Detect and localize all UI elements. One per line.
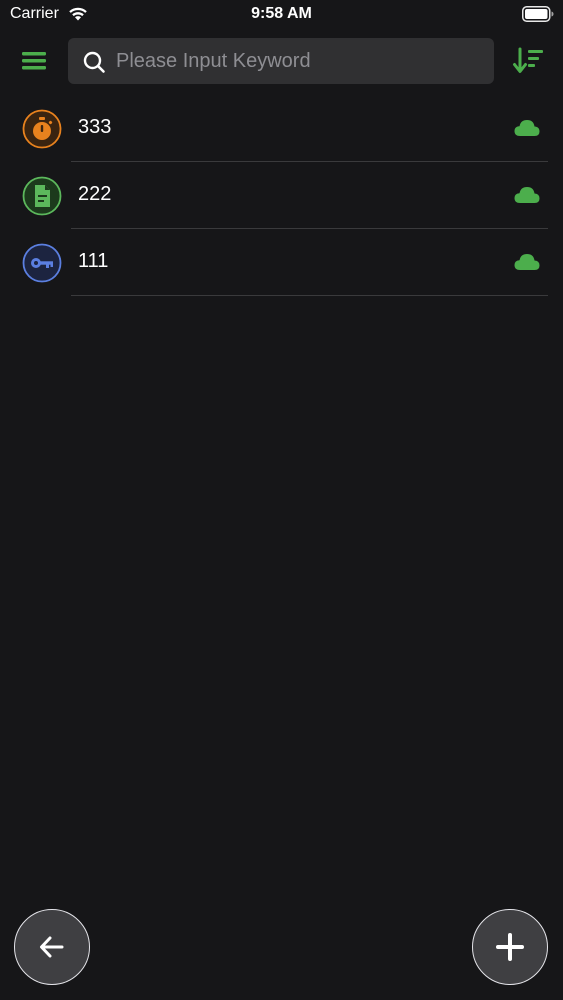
cloud-icon[interactable] bbox=[513, 117, 541, 139]
add-button[interactable] bbox=[472, 909, 548, 985]
toolbar bbox=[0, 36, 563, 86]
item-label: 222 bbox=[78, 183, 112, 205]
list-item[interactable]: 111 bbox=[0, 229, 563, 296]
list-item[interactable]: 222 bbox=[0, 162, 563, 229]
key-icon bbox=[22, 243, 62, 283]
divider bbox=[71, 295, 548, 296]
item-label: 111 bbox=[78, 250, 109, 272]
arrow-left-icon bbox=[40, 936, 64, 958]
document-icon bbox=[22, 176, 62, 216]
list-item[interactable]: 333 bbox=[0, 95, 563, 162]
sort-button[interactable] bbox=[512, 46, 546, 76]
hamburger-menu-icon bbox=[22, 52, 46, 70]
back-button[interactable] bbox=[14, 909, 90, 985]
plus-icon bbox=[496, 933, 524, 961]
status-time: 9:58 AM bbox=[251, 5, 312, 22]
cloud-icon[interactable] bbox=[513, 184, 541, 206]
search-input[interactable] bbox=[116, 38, 476, 84]
battery-icon bbox=[522, 6, 554, 22]
item-label: 333 bbox=[78, 116, 112, 138]
item-list: 333 222 111 bbox=[0, 95, 563, 296]
search-bar[interactable] bbox=[68, 38, 494, 84]
status-bar: Carrier 9:58 AM bbox=[0, 0, 563, 30]
search-icon bbox=[83, 51, 105, 73]
stopwatch-icon bbox=[22, 109, 62, 149]
cloud-icon[interactable] bbox=[513, 251, 541, 273]
menu-button[interactable] bbox=[18, 46, 50, 76]
sort-descending-icon bbox=[513, 47, 543, 73]
